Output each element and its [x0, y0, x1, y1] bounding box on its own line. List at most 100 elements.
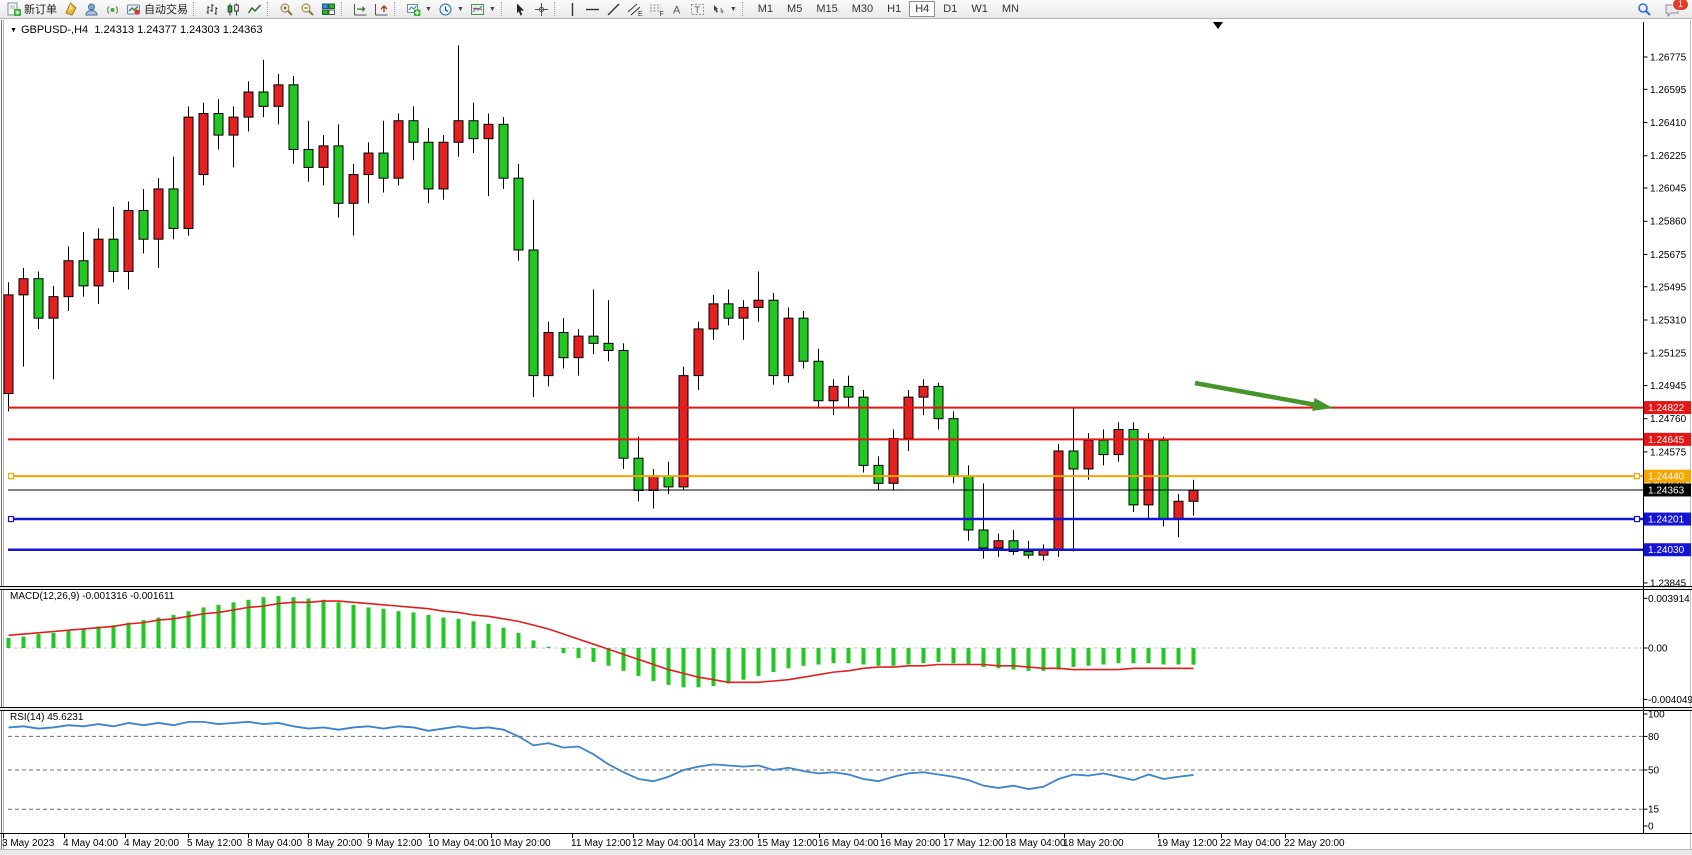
tile-windows-icon: [321, 2, 336, 17]
auto-scroll-icon: [353, 2, 368, 17]
line-handle[interactable]: [9, 474, 14, 479]
fibonacci-button[interactable]: F: [646, 1, 668, 18]
auto-scroll-button[interactable]: [350, 1, 371, 18]
date-axis-label: 12 May 04:00: [632, 838, 693, 849]
notifications-button[interactable]: 1: [1661, 1, 1683, 18]
community-button[interactable]: [81, 1, 102, 18]
candle: [19, 279, 28, 295]
line-handle[interactable]: [1635, 474, 1640, 479]
new-order-label: 新订单: [24, 1, 57, 17]
trend-arrow-line[interactable]: [1195, 383, 1316, 405]
arrows-button[interactable]: ▼: [708, 1, 740, 18]
price-axis-label: 1.26410: [1650, 118, 1687, 129]
symbol-period-label: GBPUSD-,H4: [21, 24, 88, 36]
market-button[interactable]: [60, 1, 81, 18]
candle: [64, 261, 73, 297]
tf-button-m30[interactable]: M30: [846, 1, 879, 17]
add-indicator-icon: [406, 2, 421, 17]
tf-button-w1[interactable]: W1: [965, 1, 994, 17]
equidistant-channel-button[interactable]: E: [624, 1, 646, 18]
search-icon: [1637, 2, 1652, 17]
chart-canvas[interactable]: 1.267751.265951.264101.262251.260451.258…: [0, 0, 1692, 855]
tf-button-d1[interactable]: D1: [937, 1, 963, 17]
autotrading-label: 自动交易: [144, 1, 188, 17]
templates-button[interactable]: ▼: [467, 1, 499, 18]
date-axis-label: 11 May 12:00: [571, 838, 631, 849]
candle: [409, 121, 418, 143]
crosshair-button[interactable]: [531, 1, 552, 18]
date-axis-label: 18 May 04:00: [1005, 838, 1066, 849]
community-icon: [84, 2, 99, 17]
periods-button[interactable]: ▼: [435, 1, 467, 18]
candle: [229, 117, 238, 135]
price-badge-label: 1.24201: [1648, 515, 1685, 526]
line-handle[interactable]: [9, 517, 14, 522]
candle: [199, 114, 208, 175]
line-handle[interactable]: [1635, 517, 1640, 522]
svg-text:F: F: [659, 11, 663, 17]
autotrading-button[interactable]: 自动交易: [123, 1, 191, 18]
price-axis-label: 1.24945: [1650, 381, 1687, 392]
candle: [1159, 440, 1168, 519]
zoom-out-button[interactable]: [297, 1, 318, 18]
candlestick-chart-icon: [226, 2, 241, 17]
add-indicator-button[interactable]: ▼: [403, 1, 435, 18]
candle: [1114, 429, 1123, 454]
tf-button-m1[interactable]: M1: [752, 1, 779, 17]
price-axis-label: 1.25675: [1650, 250, 1687, 261]
text-label-icon: T: [690, 2, 705, 17]
rsi-axis-label: 15: [1648, 805, 1660, 816]
chart-title: ▼GBPUSD-,H4 1.24313 1.24377 1.24303 1.24…: [10, 24, 263, 36]
symbol-dropdown-icon[interactable]: ▼: [10, 27, 17, 34]
candle: [169, 189, 178, 228]
date-axis-label: 14 May 23:00: [693, 838, 754, 849]
date-axis-label: 3 May 2023: [2, 838, 55, 849]
dropdown-caret-icon: ▼: [457, 6, 464, 13]
candle: [874, 465, 883, 483]
candle: [259, 92, 268, 106]
price-axis-label: 1.26045: [1650, 184, 1687, 195]
candle: [544, 333, 553, 376]
line-chart-button[interactable]: [244, 1, 265, 18]
rsi-axis-label: 80: [1648, 732, 1660, 743]
signals-button[interactable]: [102, 1, 123, 18]
tile-windows-button[interactable]: [318, 1, 339, 18]
candlestick-chart-button[interactable]: [223, 1, 244, 18]
tf-button-h1[interactable]: H1: [881, 1, 907, 17]
candle: [754, 300, 763, 307]
clock-icon: [438, 2, 453, 17]
toolbar-right-group: 1: [1634, 1, 1689, 18]
trend-arrow-head[interactable]: [1312, 398, 1333, 411]
price-axis-label: 1.26775: [1650, 53, 1687, 64]
horizontal-line-button[interactable]: [582, 1, 603, 18]
dropdown-caret-icon: ▼: [730, 6, 737, 13]
tf-button-m5[interactable]: M5: [781, 1, 808, 17]
chart-shift-marker[interactable]: [1213, 22, 1223, 29]
date-axis-label: 9 May 12:00: [367, 838, 422, 849]
toolbar-separator: [193, 2, 198, 16]
text-button[interactable]: A: [668, 1, 687, 18]
search-button[interactable]: [1634, 1, 1655, 18]
candle: [4, 295, 13, 394]
date-axis-label: 22 May 20:00: [1284, 838, 1345, 849]
fibonacci-icon: F: [649, 2, 665, 17]
price-badge-label: 1.24645: [1648, 435, 1685, 446]
tf-button-m15[interactable]: M15: [810, 1, 843, 17]
cursor-button[interactable]: [510, 1, 531, 18]
price-axis-label: 1.23845: [1650, 578, 1687, 589]
tf-button-mn[interactable]: MN: [996, 1, 1025, 17]
bar-chart-button[interactable]: [202, 1, 223, 18]
toolbar-separator: [394, 2, 399, 16]
zoom-in-button[interactable]: [276, 1, 297, 18]
candle: [619, 350, 628, 458]
tf-button-h4[interactable]: H4: [909, 1, 935, 17]
candle: [94, 239, 103, 286]
candle: [814, 361, 823, 400]
trendline-button[interactable]: [603, 1, 624, 18]
svg-text:T: T: [694, 5, 700, 15]
text-label-button[interactable]: T: [687, 1, 708, 18]
new-order-button[interactable]: 新订单: [3, 1, 60, 18]
trendline-icon: [606, 2, 621, 17]
chart-shift-button[interactable]: [371, 1, 392, 18]
vertical-line-button[interactable]: [563, 1, 582, 18]
